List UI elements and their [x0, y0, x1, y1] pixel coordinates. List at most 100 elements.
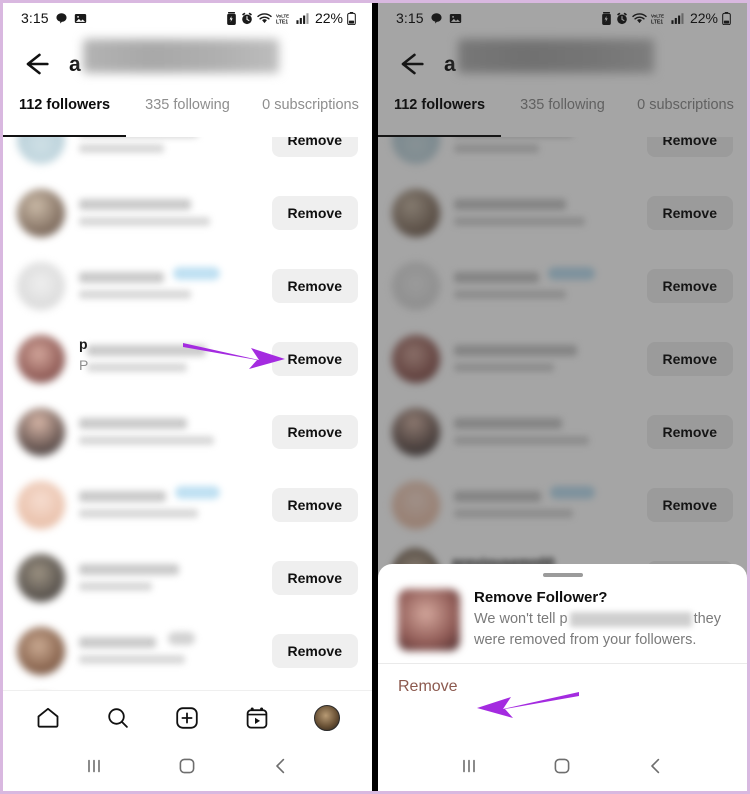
remove-button[interactable]: Remove [646, 195, 733, 230]
remove-button[interactable]: Remove [271, 268, 358, 303]
remove-button[interactable]: Remove [271, 414, 358, 449]
page-title-prefix: a [69, 52, 81, 76]
remove-button[interactable]: Remove [271, 487, 358, 522]
remove-button[interactable]: Remove [646, 268, 733, 303]
threads-icon [430, 12, 443, 25]
back-button[interactable] [270, 755, 292, 782]
table-row[interactable]: Remove [3, 541, 372, 614]
avatar [392, 137, 440, 164]
fullname-redacted [454, 509, 574, 518]
table-row[interactable]: Remove [3, 468, 372, 541]
status-bar-right-group: VoLTE LTE1 22% [226, 10, 356, 26]
row-text [79, 554, 272, 602]
sheet-title: Remove Follower? [474, 589, 608, 606]
app-bottom-nav-left[interactable] [3, 690, 372, 745]
fullname-redacted [454, 436, 589, 445]
table-row[interactable]: Remove [378, 176, 747, 249]
avatar [17, 137, 65, 164]
avatar [392, 261, 440, 310]
username-redacted [454, 491, 541, 502]
table-row[interactable]: Remove [3, 395, 372, 468]
remove-button[interactable]: Remove [271, 633, 358, 668]
wifi-icon [632, 12, 647, 25]
fullname-redacted [79, 290, 191, 299]
network-type-icon: VoLTE LTE1 [651, 12, 667, 25]
svg-text:VoLTE: VoLTE [651, 13, 664, 18]
tab-followers[interactable]: 112 followers [378, 95, 501, 113]
sheet-description: We won't tell p they were removed from yo… [474, 609, 727, 651]
username-redacted [454, 272, 539, 283]
wifi-icon [257, 12, 272, 25]
reels-icon[interactable] [242, 703, 272, 733]
follow-badge-redacted [550, 485, 595, 499]
table-row[interactable]: p P Remove [3, 322, 372, 395]
home-icon[interactable] [33, 703, 63, 733]
remove-button[interactable]: Remove [271, 560, 358, 595]
username-redacted [79, 272, 164, 283]
table-row[interactable]: Remove [3, 249, 372, 322]
remove-button[interactable]: Remove [646, 137, 733, 157]
follow-badge-redacted [175, 485, 220, 499]
username-redacted [87, 345, 207, 356]
table-row[interactable]: Remove [378, 468, 747, 541]
table-row[interactable]: Remove [3, 176, 372, 249]
photo-icon [74, 12, 87, 25]
username-redacted [454, 199, 566, 210]
battery-icon [347, 11, 356, 25]
table-row[interactable] [3, 682, 372, 690]
remove-button[interactable]: Remove [646, 487, 733, 522]
sheet-remove-action[interactable]: Remove [398, 664, 458, 696]
system-nav-left[interactable] [3, 745, 372, 791]
tab-following[interactable]: 335 following [501, 95, 624, 113]
system-nav-right[interactable] [378, 745, 747, 791]
status-bar-right: 3:15 VoLTE LTE1 22% [378, 3, 747, 33]
tab-following[interactable]: 335 following [126, 95, 249, 113]
create-icon[interactable] [172, 703, 202, 733]
follow-badge-redacted [548, 266, 595, 280]
fullname-visible-prefix: P [79, 356, 89, 373]
table-row[interactable]: Remove [3, 614, 372, 687]
fullname-redacted [454, 217, 585, 226]
svg-text:VoLTE: VoLTE [276, 13, 289, 18]
profile-avatar[interactable] [312, 703, 342, 733]
recents-button[interactable] [83, 755, 105, 782]
username-visible-prefix: p [79, 335, 88, 352]
home-button[interactable] [176, 755, 198, 782]
table-row[interactable]: Remove [378, 395, 747, 468]
badge-redacted [167, 631, 195, 645]
svg-text:LTE1: LTE1 [276, 19, 288, 25]
row-text [454, 481, 647, 529]
avatar [17, 334, 65, 383]
home-button[interactable] [551, 755, 573, 782]
remove-button[interactable]: Remove [271, 341, 358, 376]
tab-subscriptions[interactable]: 0 subscriptions [249, 95, 372, 113]
row-text [79, 627, 272, 675]
battery-percent: 22% [689, 10, 718, 26]
remove-button[interactable]: Remove [646, 341, 733, 376]
remove-button[interactable]: Remove [646, 414, 733, 449]
followers-list-left[interactable]: Remove Remove Remove p P Remove Remove R… [3, 137, 372, 690]
recents-button[interactable] [458, 755, 480, 782]
tab-followers[interactable]: 112 followers [3, 95, 126, 113]
tab-subscriptions[interactable]: 0 subscriptions [624, 95, 747, 113]
table-row[interactable]: Remove [378, 249, 747, 322]
row-text [79, 137, 272, 164]
sheet-username-redaction [569, 611, 692, 627]
right-phone-panel: 3:15 VoLTE LTE1 22% a 112 followers 335 … [378, 3, 747, 791]
back-arrow-icon[interactable] [17, 47, 51, 81]
fullname-redacted [454, 363, 555, 372]
avatar [392, 480, 440, 529]
table-row[interactable]: Remove [378, 137, 747, 176]
avatar [392, 407, 440, 456]
row-text [79, 262, 272, 310]
table-row[interactable]: Remove [3, 137, 372, 176]
page-title: a [69, 38, 358, 76]
table-row[interactable]: Remove [378, 322, 747, 395]
search-icon[interactable] [103, 703, 133, 733]
remove-button[interactable]: Remove [271, 195, 358, 230]
username-redacted [79, 418, 187, 429]
remove-button[interactable]: Remove [271, 137, 358, 157]
back-arrow-icon[interactable] [392, 47, 426, 81]
back-button[interactable] [645, 755, 667, 782]
status-bar-right-group: VoLTE LTE1 22% [601, 10, 731, 26]
